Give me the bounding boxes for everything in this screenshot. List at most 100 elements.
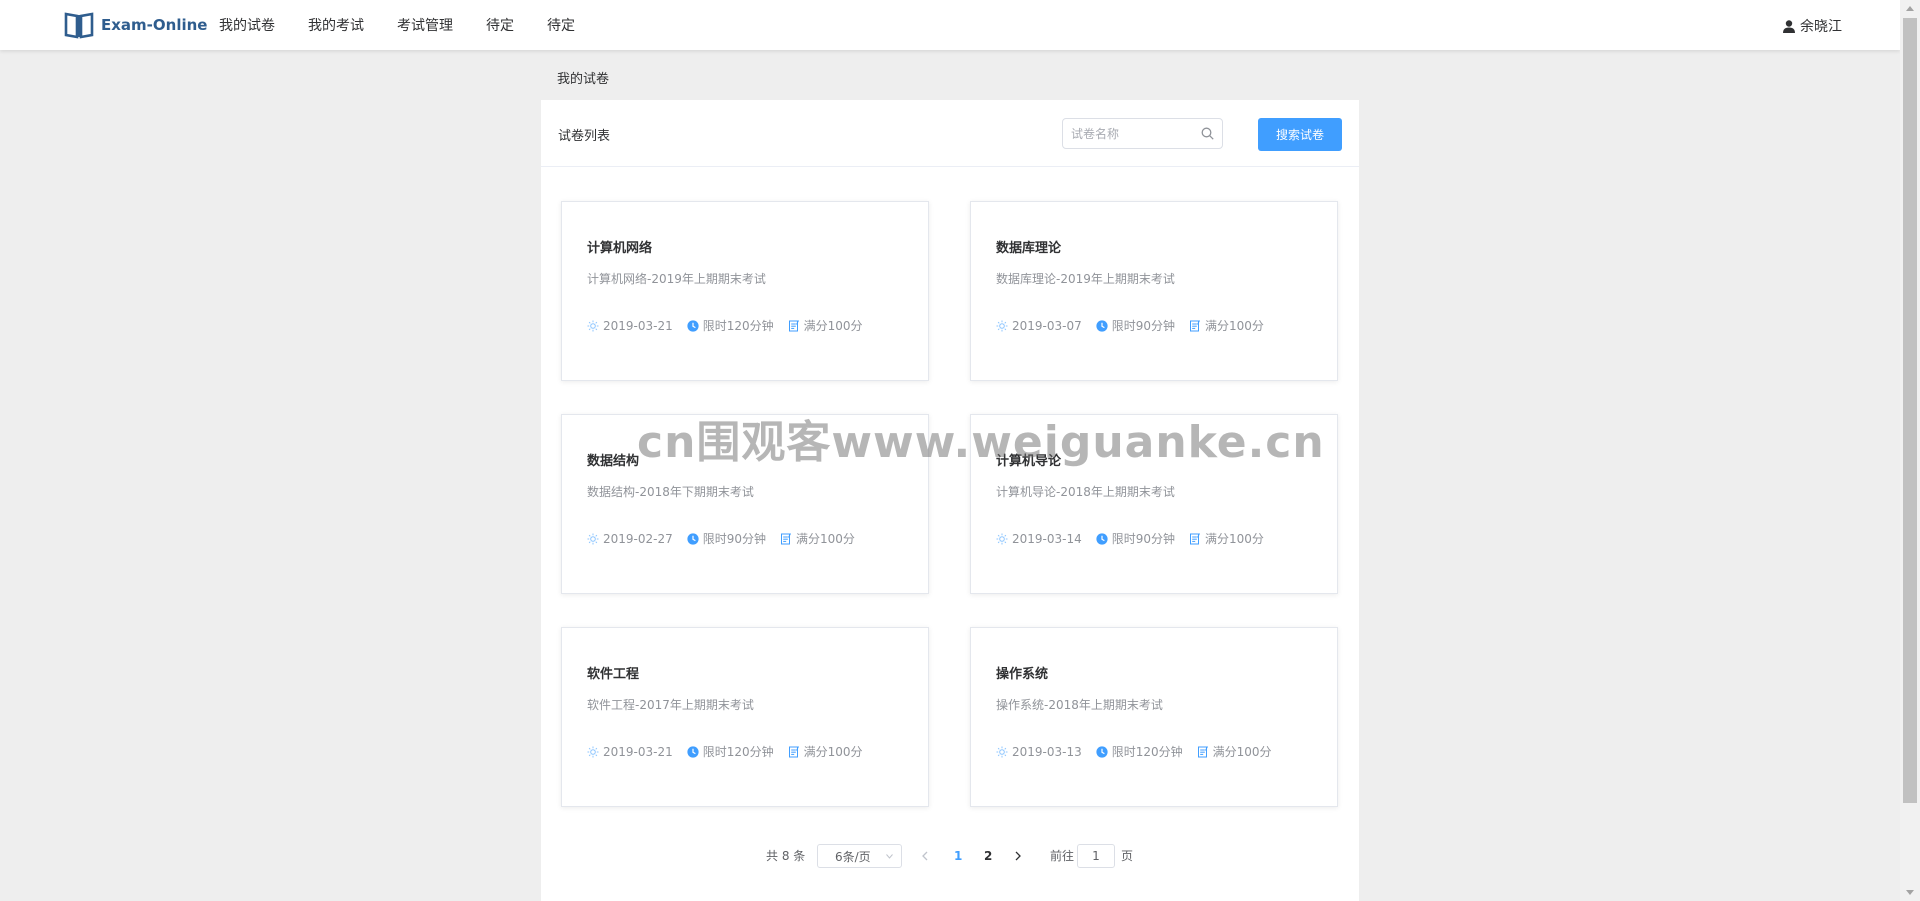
clock-icon xyxy=(687,745,699,758)
clock-icon xyxy=(1096,319,1108,332)
page-scrollbar[interactable] xyxy=(1900,0,1920,901)
paper-date-text: 2019-03-21 xyxy=(603,318,673,333)
paper-description: 计算机网络-2019年上期期末考试 xyxy=(587,272,766,286)
paper-score-text: 满分100分 xyxy=(803,745,863,759)
paper-duration-text: 限时120分钟 xyxy=(702,745,774,759)
paper-card-6[interactable]: 操作系统 操作系统-2018年上期期末考试 2019-03-13 限时120分钟… xyxy=(970,627,1338,807)
nav-tbd-1[interactable]: 待定 xyxy=(486,15,514,35)
nav-my-exams[interactable]: 我的考试 xyxy=(308,15,364,35)
page-size-value: 6条/页 xyxy=(835,850,871,864)
paper-date: 2019-03-21 xyxy=(587,745,673,759)
paper-score-text: 满分100分 xyxy=(796,532,855,546)
paper-score: 满分100分 xyxy=(788,743,863,760)
document-icon xyxy=(788,319,799,331)
scroll-down-icon[interactable] xyxy=(1906,890,1914,895)
paper-date: 2019-03-07 xyxy=(996,319,1082,333)
paper-score-text: 满分100分 xyxy=(803,319,863,333)
search-icon[interactable] xyxy=(1201,127,1214,140)
page-number-1[interactable]: 1 xyxy=(954,844,962,868)
paper-duration: 限时120分钟 xyxy=(687,317,774,334)
sun-icon xyxy=(587,746,599,757)
paper-meta: 2019-03-14 限时90分钟 满分100分 xyxy=(996,530,1278,547)
document-icon xyxy=(781,532,791,544)
scrollbar-thumb[interactable] xyxy=(1903,18,1917,803)
paper-duration-text: 限时90分钟 xyxy=(702,532,767,546)
scroll-up-icon[interactable] xyxy=(1906,6,1914,11)
paper-duration: 限时120分钟 xyxy=(687,743,774,760)
clock-icon xyxy=(687,319,699,332)
paper-meta: 2019-03-13 限时120分钟 满分100分 xyxy=(996,743,1286,760)
page-number-2[interactable]: 2 xyxy=(984,844,992,868)
nav-my-papers[interactable]: 我的试卷 xyxy=(219,15,275,35)
search-paper-button[interactable]: 搜索试卷 xyxy=(1258,118,1342,151)
user-menu[interactable]: 余晓江 xyxy=(1783,16,1842,36)
paper-card-5[interactable]: 软件工程 软件工程-2017年上期期末考试 2019-03-21 限时120分钟… xyxy=(561,627,929,807)
watermark: cn围观客www.weiguanke.cn xyxy=(637,417,1325,468)
search-box xyxy=(1062,118,1223,149)
paper-description: 数据结构-2018年下期期末考试 xyxy=(587,485,754,499)
paper-duration: 限时90分钟 xyxy=(1096,530,1175,547)
breadcrumb: 我的试卷 xyxy=(557,72,610,87)
paper-score-text: 满分100分 xyxy=(1205,532,1264,546)
paper-card-1[interactable]: 计算机网络 计算机网络-2019年上期期末考试 2019-03-21 限时120… xyxy=(561,201,929,381)
paper-description: 计算机导论-2018年上期期末考试 xyxy=(996,485,1175,499)
paper-title: 计算机网络 xyxy=(587,241,653,256)
paper-date: 2019-03-13 xyxy=(996,745,1082,759)
top-nav-bar: Exam-Online 我的试卷 我的考试 考试管理 待定 待定 余晓江 xyxy=(0,0,1900,50)
paper-score: 满分100分 xyxy=(1197,743,1272,760)
clock-icon xyxy=(687,532,699,545)
paper-title: 数据结构 xyxy=(587,454,640,469)
paper-meta: 2019-03-07 限时90分钟 满分100分 xyxy=(996,317,1278,334)
paper-date: 2019-03-14 xyxy=(996,532,1082,546)
paper-date: 2019-03-21 xyxy=(587,319,673,333)
goto-page-input[interactable] xyxy=(1077,844,1115,868)
paper-meta: 2019-03-21 限时120分钟 满分100分 xyxy=(587,317,877,334)
paper-list-panel: 试卷列表 搜索试卷 计算机网络 计算机网络-2019年上期期末考试 xyxy=(541,100,1359,901)
paper-duration-text: 限时90分钟 xyxy=(1111,532,1176,546)
paper-duration: 限时120分钟 xyxy=(1096,743,1183,760)
pagination-total: 共 8 条 xyxy=(766,849,806,863)
nav-tbd-2[interactable]: 待定 xyxy=(547,15,575,35)
document-icon xyxy=(1197,745,1208,757)
clock-icon xyxy=(1096,745,1108,758)
page-size-select[interactable]: 6条/页 xyxy=(817,844,902,868)
paper-description: 操作系统-2018年上期期末考试 xyxy=(996,698,1163,712)
chevron-down-icon xyxy=(886,854,893,859)
nav-exam-management[interactable]: 考试管理 xyxy=(397,15,453,35)
sun-icon xyxy=(996,746,1008,757)
sun-icon xyxy=(587,320,599,331)
paper-duration-text: 限时120分钟 xyxy=(1111,745,1183,759)
page-suffix: 页 xyxy=(1121,849,1134,863)
panel-header: 试卷列表 搜索试卷 xyxy=(541,100,1359,167)
paper-duration-text: 限时90分钟 xyxy=(1111,319,1176,333)
sun-icon xyxy=(996,533,1008,544)
paper-date-text: 2019-03-14 xyxy=(1012,531,1082,546)
chevron-right-icon[interactable] xyxy=(1013,844,1023,868)
paper-score-text: 满分100分 xyxy=(1205,319,1264,333)
paper-date-text: 2019-03-13 xyxy=(1012,744,1082,759)
paper-duration-text: 限时120分钟 xyxy=(702,319,774,333)
clock-icon xyxy=(1096,532,1108,545)
user-icon xyxy=(1783,19,1795,33)
sun-icon xyxy=(587,533,599,544)
pagination: 共 8 条 6条/页 1 2 前往 页 xyxy=(541,844,1359,868)
paper-card-2[interactable]: 数据库理论 数据库理论-2019年上期期末考试 2019-03-07 限时90分… xyxy=(970,201,1338,381)
search-input[interactable] xyxy=(1063,119,1201,148)
goto-label: 前往 xyxy=(1050,849,1075,863)
paper-date: 2019-02-27 xyxy=(587,532,673,546)
paper-meta: 2019-02-27 限时90分钟 满分100分 xyxy=(587,530,869,547)
document-icon xyxy=(788,745,799,757)
paper-title: 软件工程 xyxy=(587,667,640,682)
chevron-left-icon[interactable] xyxy=(920,844,930,868)
paper-description: 软件工程-2017年上期期末考试 xyxy=(587,698,754,712)
logo[interactable]: Exam-Online xyxy=(64,11,207,39)
paper-date-text: 2019-03-07 xyxy=(1012,318,1082,333)
paper-title: 数据库理论 xyxy=(996,241,1062,256)
paper-score: 满分100分 xyxy=(1189,530,1264,547)
paper-score-text: 满分100分 xyxy=(1212,745,1272,759)
paper-duration: 限时90分钟 xyxy=(1096,317,1175,334)
user-name: 余晓江 xyxy=(1800,19,1842,35)
book-logo-icon xyxy=(64,12,94,39)
panel-title: 试卷列表 xyxy=(558,129,611,144)
paper-date-text: 2019-03-21 xyxy=(603,744,673,759)
